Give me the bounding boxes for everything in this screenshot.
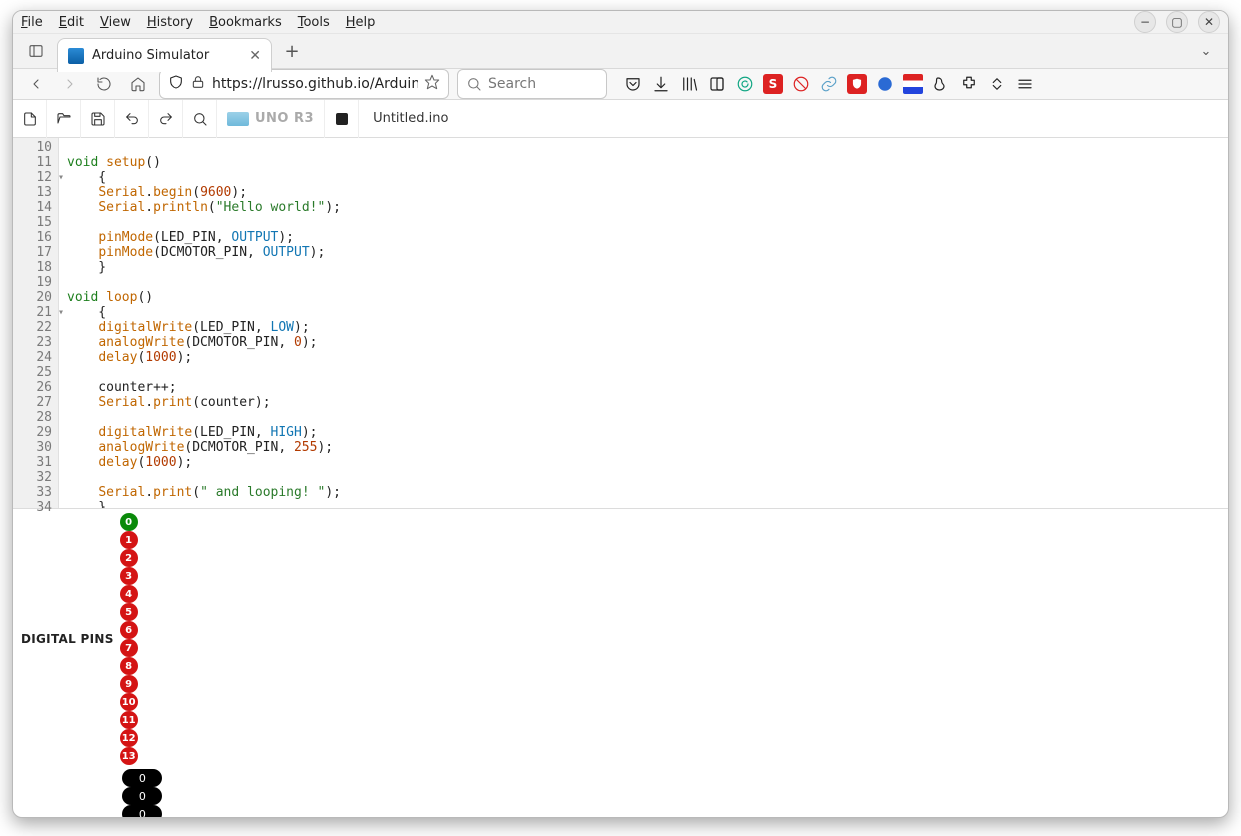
- window-controls: − ▢ ✕: [1134, 11, 1220, 33]
- url-text: https://lrusso.github.io/Arduinc: [212, 76, 418, 92]
- menu-edit[interactable]: Edit: [59, 15, 84, 30]
- search-bar[interactable]: Search: [457, 69, 607, 99]
- analog-pin-1[interactable]: 0: [122, 787, 162, 805]
- digital-pin-9[interactable]: 9: [120, 675, 138, 693]
- menubar-items: File Edit View History Bookmarks Tools Help: [21, 15, 1134, 30]
- analog-pins-label: ANALOG PINS: [21, 816, 116, 818]
- digital-pin-3[interactable]: 3: [120, 567, 138, 585]
- tab-close-button[interactable]: ✕: [249, 48, 261, 64]
- digital-pins-row: DIGITAL PINS 012345678910111213: [21, 513, 1220, 765]
- reload-button[interactable]: [91, 71, 117, 97]
- bookmark-star-button[interactable]: [424, 74, 440, 94]
- editor-code[interactable]: void setup() { Serial.begin(9600); Seria…: [59, 138, 341, 508]
- digital-pin-5[interactable]: 5: [120, 603, 138, 621]
- back-button[interactable]: [23, 71, 49, 97]
- globe-icon[interactable]: [875, 74, 895, 94]
- toolbar-extensions: S: [623, 74, 1035, 94]
- reader-icon[interactable]: [707, 74, 727, 94]
- navigation-toolbar: https://lrusso.github.io/Arduinc Search …: [13, 69, 1228, 100]
- editor-gutter: 1011121314151617181920212223242526272829…: [13, 138, 59, 508]
- digital-pins-label: DIGITAL PINS: [21, 632, 114, 646]
- browser-tab[interactable]: Arduino Simulator ✕: [57, 38, 272, 72]
- board-name: UNO R3: [255, 111, 314, 126]
- overflow-icon[interactable]: [987, 74, 1007, 94]
- menu-tools[interactable]: Tools: [298, 15, 330, 30]
- tab-strip: Arduino Simulator ✕ + ⌄: [13, 34, 1228, 69]
- stop-icon: [336, 113, 348, 125]
- lock-icon[interactable]: [190, 74, 206, 94]
- undo-button[interactable]: [115, 100, 149, 138]
- digital-pin-2[interactable]: 2: [120, 549, 138, 567]
- redo-button[interactable]: [149, 100, 183, 138]
- digital-pin-11[interactable]: 11: [120, 711, 138, 729]
- digital-pin-7[interactable]: 7: [120, 639, 138, 657]
- menu-bookmarks[interactable]: Bookmarks: [209, 15, 282, 30]
- adblock-icon[interactable]: [791, 74, 811, 94]
- download-icon[interactable]: [651, 74, 671, 94]
- menu-help[interactable]: Help: [346, 15, 376, 30]
- noscript-icon[interactable]: S: [763, 74, 783, 94]
- search-icon: [466, 76, 482, 92]
- grammarly-icon[interactable]: [735, 74, 755, 94]
- window-close-button[interactable]: ✕: [1198, 11, 1220, 33]
- new-file-button[interactable]: [13, 100, 47, 138]
- home-button[interactable]: [125, 71, 151, 97]
- menu-file[interactable]: File: [21, 15, 43, 30]
- tab-title: Arduino Simulator: [92, 48, 241, 63]
- application-window: File Edit View History Bookmarks Tools Help − …: [12, 10, 1229, 818]
- window-maximize-button[interactable]: ▢: [1166, 11, 1188, 33]
- filename-label: Untitled.ino: [359, 111, 462, 126]
- io-panel: DIGITAL PINS 012345678910111213 ANALOG P…: [13, 508, 1228, 818]
- library-icon[interactable]: [679, 74, 699, 94]
- new-tab-button[interactable]: +: [278, 37, 306, 65]
- pocket-icon[interactable]: [623, 74, 643, 94]
- tab-favicon-icon: [68, 48, 84, 64]
- digital-pin-10[interactable]: 10: [120, 693, 138, 711]
- analog-pin-0[interactable]: 0: [122, 769, 162, 787]
- digital-pin-0[interactable]: 0: [120, 513, 138, 531]
- save-file-button[interactable]: [81, 100, 115, 138]
- menubar: File Edit View History Bookmarks Tools Help − …: [13, 11, 1228, 34]
- tracking-shield-icon[interactable]: [168, 74, 184, 94]
- extensions-icon[interactable]: [959, 74, 979, 94]
- digital-pin-12[interactable]: 12: [120, 729, 138, 747]
- analog-pins-row: ANALOG PINS 00000255: [21, 769, 1220, 818]
- digital-pin-1[interactable]: 1: [120, 531, 138, 549]
- app-toolbar: UNO R3 Untitled.ino: [13, 100, 1228, 138]
- digital-pin-13[interactable]: 13: [120, 747, 138, 765]
- menu-view[interactable]: View: [100, 15, 131, 30]
- search-placeholder: Search: [488, 76, 536, 92]
- menu-history[interactable]: History: [147, 15, 193, 30]
- hamburger-menu-icon[interactable]: [1015, 74, 1035, 94]
- link-ext-icon[interactable]: [819, 74, 839, 94]
- forward-button[interactable]: [57, 71, 83, 97]
- digital-pin-6[interactable]: 6: [120, 621, 138, 639]
- analog-pin-2[interactable]: 0: [122, 805, 162, 818]
- window-minimize-button[interactable]: −: [1134, 11, 1156, 33]
- gnome-ext-icon[interactable]: [931, 74, 951, 94]
- find-button[interactable]: [183, 100, 217, 138]
- sidebar-toggle-button[interactable]: [21, 36, 51, 66]
- url-bar[interactable]: https://lrusso.github.io/Arduinc: [159, 69, 449, 99]
- tab-overflow-button[interactable]: ⌄: [1192, 37, 1220, 65]
- code-editor[interactable]: 1011121314151617181920212223242526272829…: [13, 138, 1228, 508]
- digital-pin-8[interactable]: 8: [120, 657, 138, 675]
- digital-pin-4[interactable]: 4: [120, 585, 138, 603]
- stop-button[interactable]: [325, 100, 359, 138]
- bitwarden-icon[interactable]: [847, 74, 867, 94]
- open-file-button[interactable]: [47, 100, 81, 138]
- flag-ext-icon[interactable]: [903, 74, 923, 94]
- board-selector[interactable]: UNO R3: [217, 100, 325, 138]
- board-chip-icon: [227, 112, 249, 126]
